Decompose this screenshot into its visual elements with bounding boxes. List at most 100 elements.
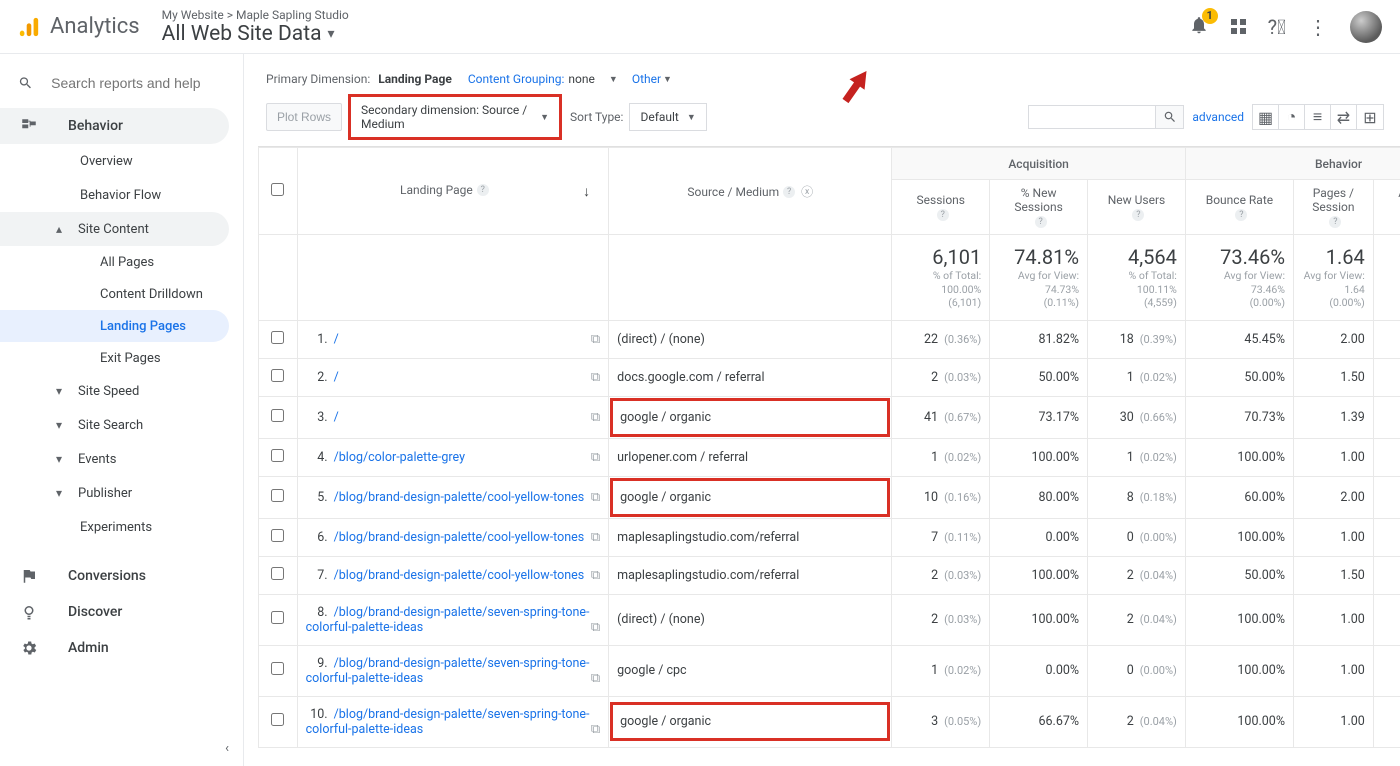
view-mode-icons: ▦ ◔ ≡ ⇄ ⊞ — [1252, 104, 1384, 130]
col-bounce-rate[interactable]: Bounce Rate? — [1185, 180, 1293, 235]
header-checkbox[interactable] — [259, 148, 298, 235]
col-pages-session[interactable]: Pages / Session? — [1293, 180, 1373, 235]
col-new-sessions[interactable]: % New Sessions? — [990, 180, 1088, 235]
content-grouping-link[interactable]: Content Grouping: — [468, 72, 565, 86]
primary-dimension[interactable]: Landing Page — [378, 72, 452, 86]
pivot-view-icon[interactable]: ⊞ — [1357, 105, 1383, 129]
avatar[interactable] — [1350, 11, 1382, 43]
remove-dimension-icon[interactable]: ⓧ — [801, 185, 813, 199]
other-dimension-link[interactable]: Other▼ — [632, 72, 672, 86]
chevron-down-icon: ▼ — [687, 112, 696, 123]
row-checkbox[interactable] — [271, 662, 284, 675]
sidebar-behavior-flow[interactable]: Behavior Flow — [0, 178, 243, 212]
bar-view-icon[interactable]: ≡ — [1305, 105, 1331, 129]
view-selector[interactable]: My Website > Maple Sapling Studio All We… — [162, 8, 349, 46]
sidebar-experiments[interactable]: Experiments — [0, 510, 243, 544]
sort-type-select[interactable]: Default▼ — [629, 103, 706, 131]
sidebar-all-pages[interactable]: All Pages — [0, 246, 243, 278]
col-landing-page[interactable]: Landing Page?↓ — [297, 148, 609, 235]
sidebar-site-speed[interactable]: ▾Site Speed — [0, 374, 243, 408]
table-row[interactable]: 8./blog/brand-design-palette/seven-sprin… — [259, 594, 1400, 645]
pie-view-icon[interactable]: ◔ — [1279, 105, 1305, 129]
sidebar-behavior[interactable]: Behavior — [0, 108, 229, 144]
sidebar-conversions[interactable]: Conversions — [0, 558, 243, 594]
plot-rows-button: Plot Rows — [266, 103, 342, 131]
col-new-users[interactable]: New Users? — [1088, 180, 1186, 235]
col-sessions[interactable]: Sessions? — [892, 180, 990, 235]
sidebar-site-search[interactable]: ▾Site Search — [0, 408, 243, 442]
open-external-icon[interactable]: ⧉ — [591, 490, 600, 505]
expand-icon: ▾ — [50, 486, 68, 500]
table-row[interactable]: 5./blog/brand-design-palette/cool-yellow… — [259, 476, 1400, 518]
sidebar-publisher[interactable]: ▾Publisher — [0, 476, 243, 510]
advanced-link[interactable]: advanced — [1192, 110, 1244, 124]
open-external-icon[interactable]: ⧉ — [591, 450, 600, 465]
row-checkbox[interactable] — [271, 409, 284, 422]
comparison-view-icon[interactable]: ⇄ — [1331, 105, 1357, 129]
chevron-down-icon: ▼ — [540, 112, 549, 123]
table-row[interactable]: 10./blog/brand-design-palette/seven-spri… — [259, 696, 1400, 747]
row-checkbox[interactable] — [271, 449, 284, 462]
landing-page-link[interactable]: / — [334, 332, 339, 347]
collapse-sidebar-icon[interactable]: ‹ — [225, 741, 229, 756]
open-external-icon[interactable]: ⧉ — [591, 410, 600, 425]
col-source-medium[interactable]: Source / Medium?ⓧ — [609, 148, 892, 235]
row-checkbox[interactable] — [271, 567, 284, 580]
help-icon[interactable]: ? — [783, 186, 795, 198]
row-checkbox[interactable] — [271, 489, 284, 502]
landing-page-link[interactable]: / — [334, 410, 339, 425]
help-icon[interactable]: ?⃝ — [1268, 15, 1286, 39]
sidebar-site-content[interactable]: ▴Site Content — [0, 212, 229, 246]
search-input[interactable] — [51, 75, 225, 91]
table-row[interactable]: 1./⧉ (direct) / (none) 22(0.36%) 81.82% … — [259, 320, 1400, 358]
table-view-icon[interactable]: ▦ — [1253, 105, 1279, 129]
table-search-input[interactable] — [1029, 106, 1155, 128]
sidebar-content-drilldown[interactable]: Content Drilldown — [0, 278, 243, 310]
landing-page-link[interactable]: /blog/brand-design-palette/cool-yellow-t… — [334, 568, 585, 583]
open-external-icon[interactable]: ⧉ — [591, 671, 600, 686]
open-external-icon[interactable]: ⧉ — [591, 370, 600, 385]
landing-page-link[interactable]: /blog/brand-design-palette/seven-spring-… — [306, 605, 590, 635]
row-checkbox[interactable] — [271, 529, 284, 542]
open-external-icon[interactable]: ⧉ — [591, 530, 600, 545]
col-avg-duration[interactable]: Avg. Session Duration? — [1373, 180, 1400, 235]
sidebar-landing-pages[interactable]: Landing Pages — [0, 310, 229, 342]
sidebar-exit-pages[interactable]: Exit Pages — [0, 342, 243, 374]
table-row[interactable]: 3./⧉ google / organic 41(0.67%) 73.17% 3… — [259, 396, 1400, 438]
open-external-icon[interactable]: ⧉ — [591, 568, 600, 583]
table-row[interactable]: 6./blog/brand-design-palette/cool-yellow… — [259, 518, 1400, 556]
landing-page-link[interactable]: /blog/brand-design-palette/cool-yellow-t… — [334, 490, 585, 505]
secondary-dimension-select[interactable]: Secondary dimension: Source / Medium▼ — [350, 96, 560, 138]
row-checkbox[interactable] — [271, 369, 284, 382]
table-row[interactable]: 4./blog/color-palette-grey⧉ urlopener.co… — [259, 438, 1400, 476]
row-checkbox[interactable] — [271, 331, 284, 344]
landing-page-link[interactable]: /blog/brand-design-palette/seven-spring-… — [306, 707, 590, 737]
open-external-icon[interactable]: ⧉ — [591, 722, 600, 737]
sidebar-discover[interactable]: Discover — [0, 594, 243, 630]
notifications-button[interactable]: 1 — [1189, 15, 1209, 39]
more-icon[interactable]: ⋮ — [1308, 15, 1328, 39]
source-medium-cell: (direct) / (none) — [609, 594, 892, 645]
sidebar-admin[interactable]: Admin — [0, 630, 243, 666]
help-icon[interactable]: ? — [477, 184, 489, 196]
collapse-icon: ▴ — [50, 222, 68, 236]
table-row[interactable]: 7./blog/brand-design-palette/cool-yellow… — [259, 556, 1400, 594]
source-medium-cell: (direct) / (none) — [609, 320, 892, 358]
sidebar-overview[interactable]: Overview — [0, 144, 243, 178]
landing-page-link[interactable]: /blog/color-palette-grey — [334, 450, 465, 465]
sidebar-events[interactable]: ▾Events — [0, 442, 243, 476]
open-external-icon[interactable]: ⧉ — [591, 620, 600, 635]
table-wrapper[interactable]: Landing Page?↓ Source / Medium?ⓧ Acquisi… — [258, 146, 1400, 766]
logo[interactable]: Analytics — [18, 14, 140, 39]
table-row[interactable]: 2./⧉ docs.google.com / referral 2(0.03%)… — [259, 358, 1400, 396]
table-search-button[interactable] — [1155, 106, 1183, 128]
landing-page-link[interactable]: /blog/brand-design-palette/seven-spring-… — [306, 656, 590, 686]
apps-icon[interactable] — [1231, 19, 1246, 34]
flag-icon — [18, 565, 40, 587]
row-checkbox[interactable] — [271, 611, 284, 624]
table-row[interactable]: 9./blog/brand-design-palette/seven-sprin… — [259, 645, 1400, 696]
landing-page-link[interactable]: /blog/brand-design-palette/cool-yellow-t… — [334, 530, 585, 545]
landing-page-link[interactable]: / — [334, 370, 339, 385]
row-checkbox[interactable] — [271, 713, 284, 726]
open-external-icon[interactable]: ⧉ — [591, 332, 600, 347]
